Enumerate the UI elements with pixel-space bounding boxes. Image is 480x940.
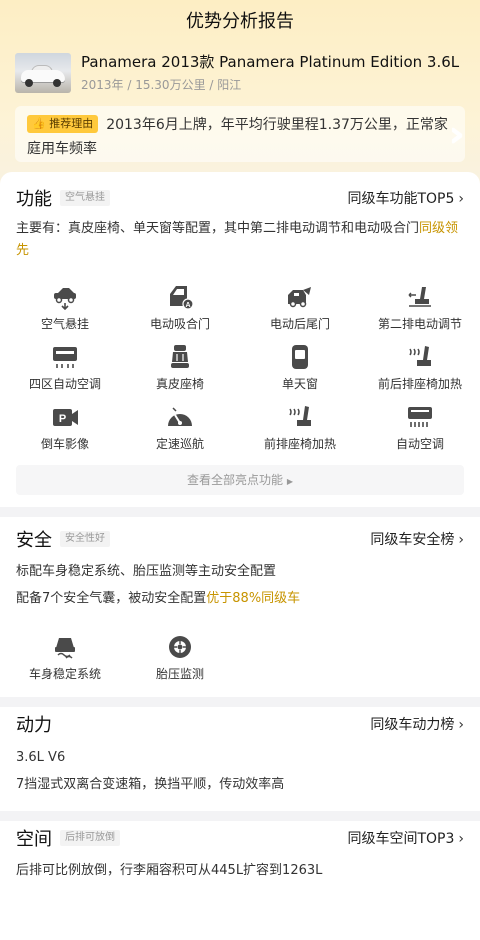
feature-item[interactable]: 定速巡航 bbox=[120, 404, 240, 458]
feature-item[interactable]: 前后排座椅加热 bbox=[360, 344, 480, 398]
power-card: 动力 同级车动力榜 › 3.6L V6 7挡湿式双离合变速箱，换挡平顺，传动效率高 bbox=[0, 707, 480, 811]
feature-item[interactable]: 真皮座椅 bbox=[120, 344, 240, 398]
space-title: 空间 bbox=[16, 829, 52, 850]
second-row-adjust-icon bbox=[408, 287, 431, 307]
section-divider bbox=[0, 697, 480, 707]
safety-line-1: 标配车身稳定系统、胎压监测等主动安全配置 bbox=[16, 564, 277, 579]
section-divider bbox=[0, 507, 480, 517]
power-title: 动力 bbox=[16, 715, 52, 736]
car-name: Panamera 2013款 Panamera Platinum Edition… bbox=[81, 53, 460, 71]
sunroof-icon bbox=[292, 345, 308, 369]
safety-rank-link[interactable]: 同级车安全榜 › bbox=[370, 529, 464, 549]
feature-item[interactable]: 空气悬挂 bbox=[5, 284, 125, 338]
feature-item[interactable]: 胎压监测 bbox=[120, 634, 240, 688]
front-seat-heating-icon bbox=[289, 406, 311, 426]
recommend-reason-tag: 👍 推荐理由 bbox=[27, 115, 99, 133]
recommend-reason: ››› 👍 推荐理由 2013年6月上牌，年平均行驶里程1.37万公里，正常家庭用… bbox=[15, 106, 465, 162]
car-summary[interactable]: Panamera 2013款 Panamera Platinum Edition… bbox=[15, 50, 465, 96]
chevron-right-icon: › bbox=[458, 831, 464, 847]
leather-seat-icon bbox=[171, 345, 189, 368]
feature-item[interactable]: 四区自动空调 bbox=[5, 344, 125, 398]
feature-item[interactable]: A 电动吸合门 bbox=[120, 284, 240, 338]
safety-title: 安全 bbox=[16, 530, 52, 551]
safety-card: 安全 安全性好 同级车安全榜 › 标配车身稳定系统、胎压监测等主动安全配置 配备7… bbox=[0, 517, 480, 697]
safety-line-2: 配备7个安全气囊，被动安全配置优于88%同级车 bbox=[16, 591, 301, 606]
auto-ac-icon bbox=[408, 407, 432, 427]
function-rank-link[interactable]: 同级车功能TOP5 › bbox=[347, 188, 464, 208]
power-engine: 3.6L V6 bbox=[16, 750, 66, 765]
space-description: 后排可比例放倒，行李厢容积可从445L扩容到1263L bbox=[16, 863, 323, 878]
space-tag: 后排可放倒 bbox=[60, 830, 120, 846]
space-rank-link[interactable]: 同级车空间TOP3 › bbox=[347, 828, 464, 848]
thumbs-up-icon: 👍 bbox=[32, 117, 46, 130]
feature-item[interactable]: 前排座椅加热 bbox=[240, 404, 360, 458]
space-card: 空间 后排可放倒 同级车空间TOP3 › 后排可比例放倒，行李厢容积可从445L扩… bbox=[0, 821, 480, 940]
four-zone-ac-icon bbox=[53, 347, 77, 368]
feature-item[interactable]: P 倒车影像 bbox=[5, 404, 125, 458]
power-transmission: 7挡湿式双离合变速箱，换挡平顺，传动效率高 bbox=[16, 777, 285, 792]
air-suspension-icon bbox=[54, 288, 76, 310]
view-all-features-button[interactable]: 查看全部亮点功能 ▶ bbox=[16, 465, 464, 495]
stability-control-icon bbox=[55, 638, 75, 659]
safety-tag: 安全性好 bbox=[60, 531, 110, 547]
svg-text:A: A bbox=[185, 302, 190, 309]
svg-text:P: P bbox=[59, 413, 66, 425]
soft-close-door-icon: A bbox=[170, 286, 194, 310]
feature-item[interactable]: 第二排电动调节 bbox=[360, 284, 480, 338]
car-meta: 2013年 / 15.30万公里 / 阳江 bbox=[81, 78, 242, 92]
page-title: 优势分析报告 bbox=[186, 11, 294, 32]
seat-heating-icon bbox=[409, 346, 431, 366]
tire-pressure-icon bbox=[169, 636, 191, 658]
chevron-right-icon: › bbox=[458, 717, 464, 733]
feature-item[interactable]: 车身稳定系统 bbox=[5, 634, 125, 688]
section-divider bbox=[0, 811, 480, 821]
feature-item[interactable]: 自动空调 bbox=[360, 404, 480, 458]
power-tailgate-icon bbox=[288, 287, 311, 308]
chevron-right-icon: › bbox=[458, 532, 464, 548]
function-title: 功能 bbox=[16, 189, 52, 210]
function-tag: 空气悬挂 bbox=[60, 190, 110, 206]
feature-item[interactable]: 电动后尾门 bbox=[240, 284, 360, 338]
rear-camera-icon: P bbox=[53, 409, 78, 426]
feature-item[interactable]: 单天窗 bbox=[240, 344, 360, 398]
triangle-right-icon: ▶ bbox=[286, 477, 293, 486]
chevron-right-icon: › bbox=[458, 191, 464, 207]
function-description: 主要有：真皮座椅、单天窗等配置，其中第二排电动调节和电动吸合门同级领先 bbox=[16, 221, 459, 258]
car-thumbnail bbox=[15, 53, 71, 93]
power-rank-link[interactable]: 同级车动力榜 › bbox=[370, 714, 464, 734]
function-card: 功能 空气悬挂 同级车功能TOP5 › 主要有：真皮座椅、单天窗等配置，其中第二排… bbox=[0, 172, 480, 507]
cruise-control-icon bbox=[168, 407, 192, 426]
